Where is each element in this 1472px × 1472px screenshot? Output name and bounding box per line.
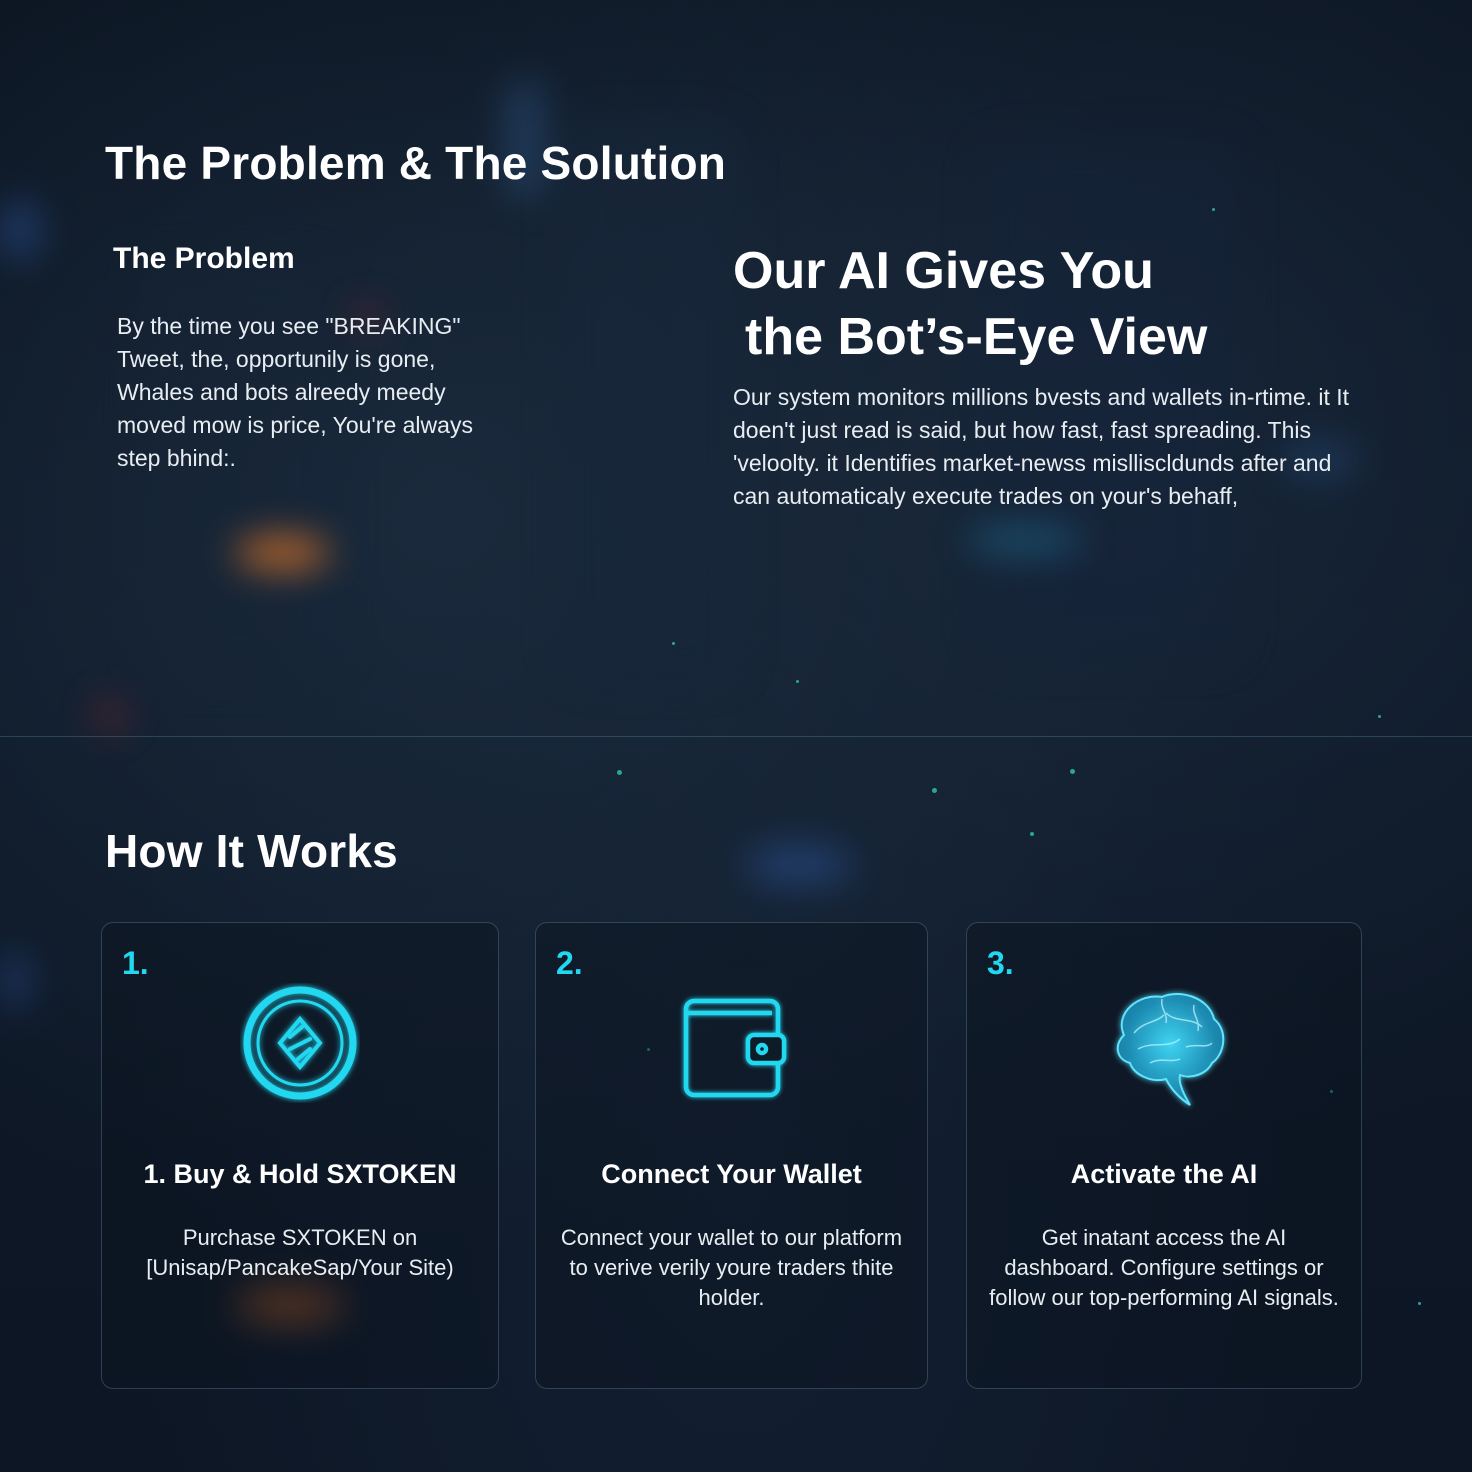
- step-number: 2.: [556, 945, 583, 981]
- step-number: 3.: [987, 945, 1014, 981]
- problem-body: By the time you see "BREAKING" Tweet, th…: [117, 313, 473, 471]
- step-description: Get inatant access the AI dashboard. Con…: [989, 1225, 1339, 1310]
- problem-heading: The Problem: [113, 242, 295, 275]
- wallet-icon: [672, 983, 792, 1108]
- step-description: Connect your wallet to our platform to v…: [560, 1225, 903, 1310]
- how-it-works-title: How It Works: [105, 825, 398, 877]
- token-coin-icon: [240, 983, 360, 1108]
- section-divider: [0, 736, 1472, 737]
- step-description: Purchase SXTOKEN on [Unisap/PancakeSap/Y…: [146, 1225, 454, 1280]
- solution-heading-line2: the Bot’s-Eye View: [745, 308, 1208, 366]
- step-number: 1.: [122, 945, 149, 981]
- brain-icon: [1094, 983, 1234, 1118]
- step-card-2: 2. Connect Your Wallet Connect your wall…: [535, 922, 928, 1389]
- solution-body: Our system monitors millions bvests and …: [733, 384, 1350, 509]
- step-title: Connect Your Wallet: [601, 1159, 862, 1189]
- step-title: Activate the AI: [1070, 1159, 1258, 1189]
- solution-heading-line1: Our AI Gives You: [733, 242, 1154, 300]
- step-card-1: 1. 1. Buy & Hold SXTOKEN Purchase SXTOKE…: [101, 922, 499, 1389]
- problem-solution-title: The Problem & The Solution: [105, 137, 727, 189]
- step-title: 1. Buy & Hold SXTOKEN: [143, 1159, 457, 1189]
- step-card-3: 3. Activate the AI Get inatant access th…: [966, 922, 1362, 1389]
- solution-heading: Our AI Gives You the Bot’s-Eye View: [733, 238, 1353, 370]
